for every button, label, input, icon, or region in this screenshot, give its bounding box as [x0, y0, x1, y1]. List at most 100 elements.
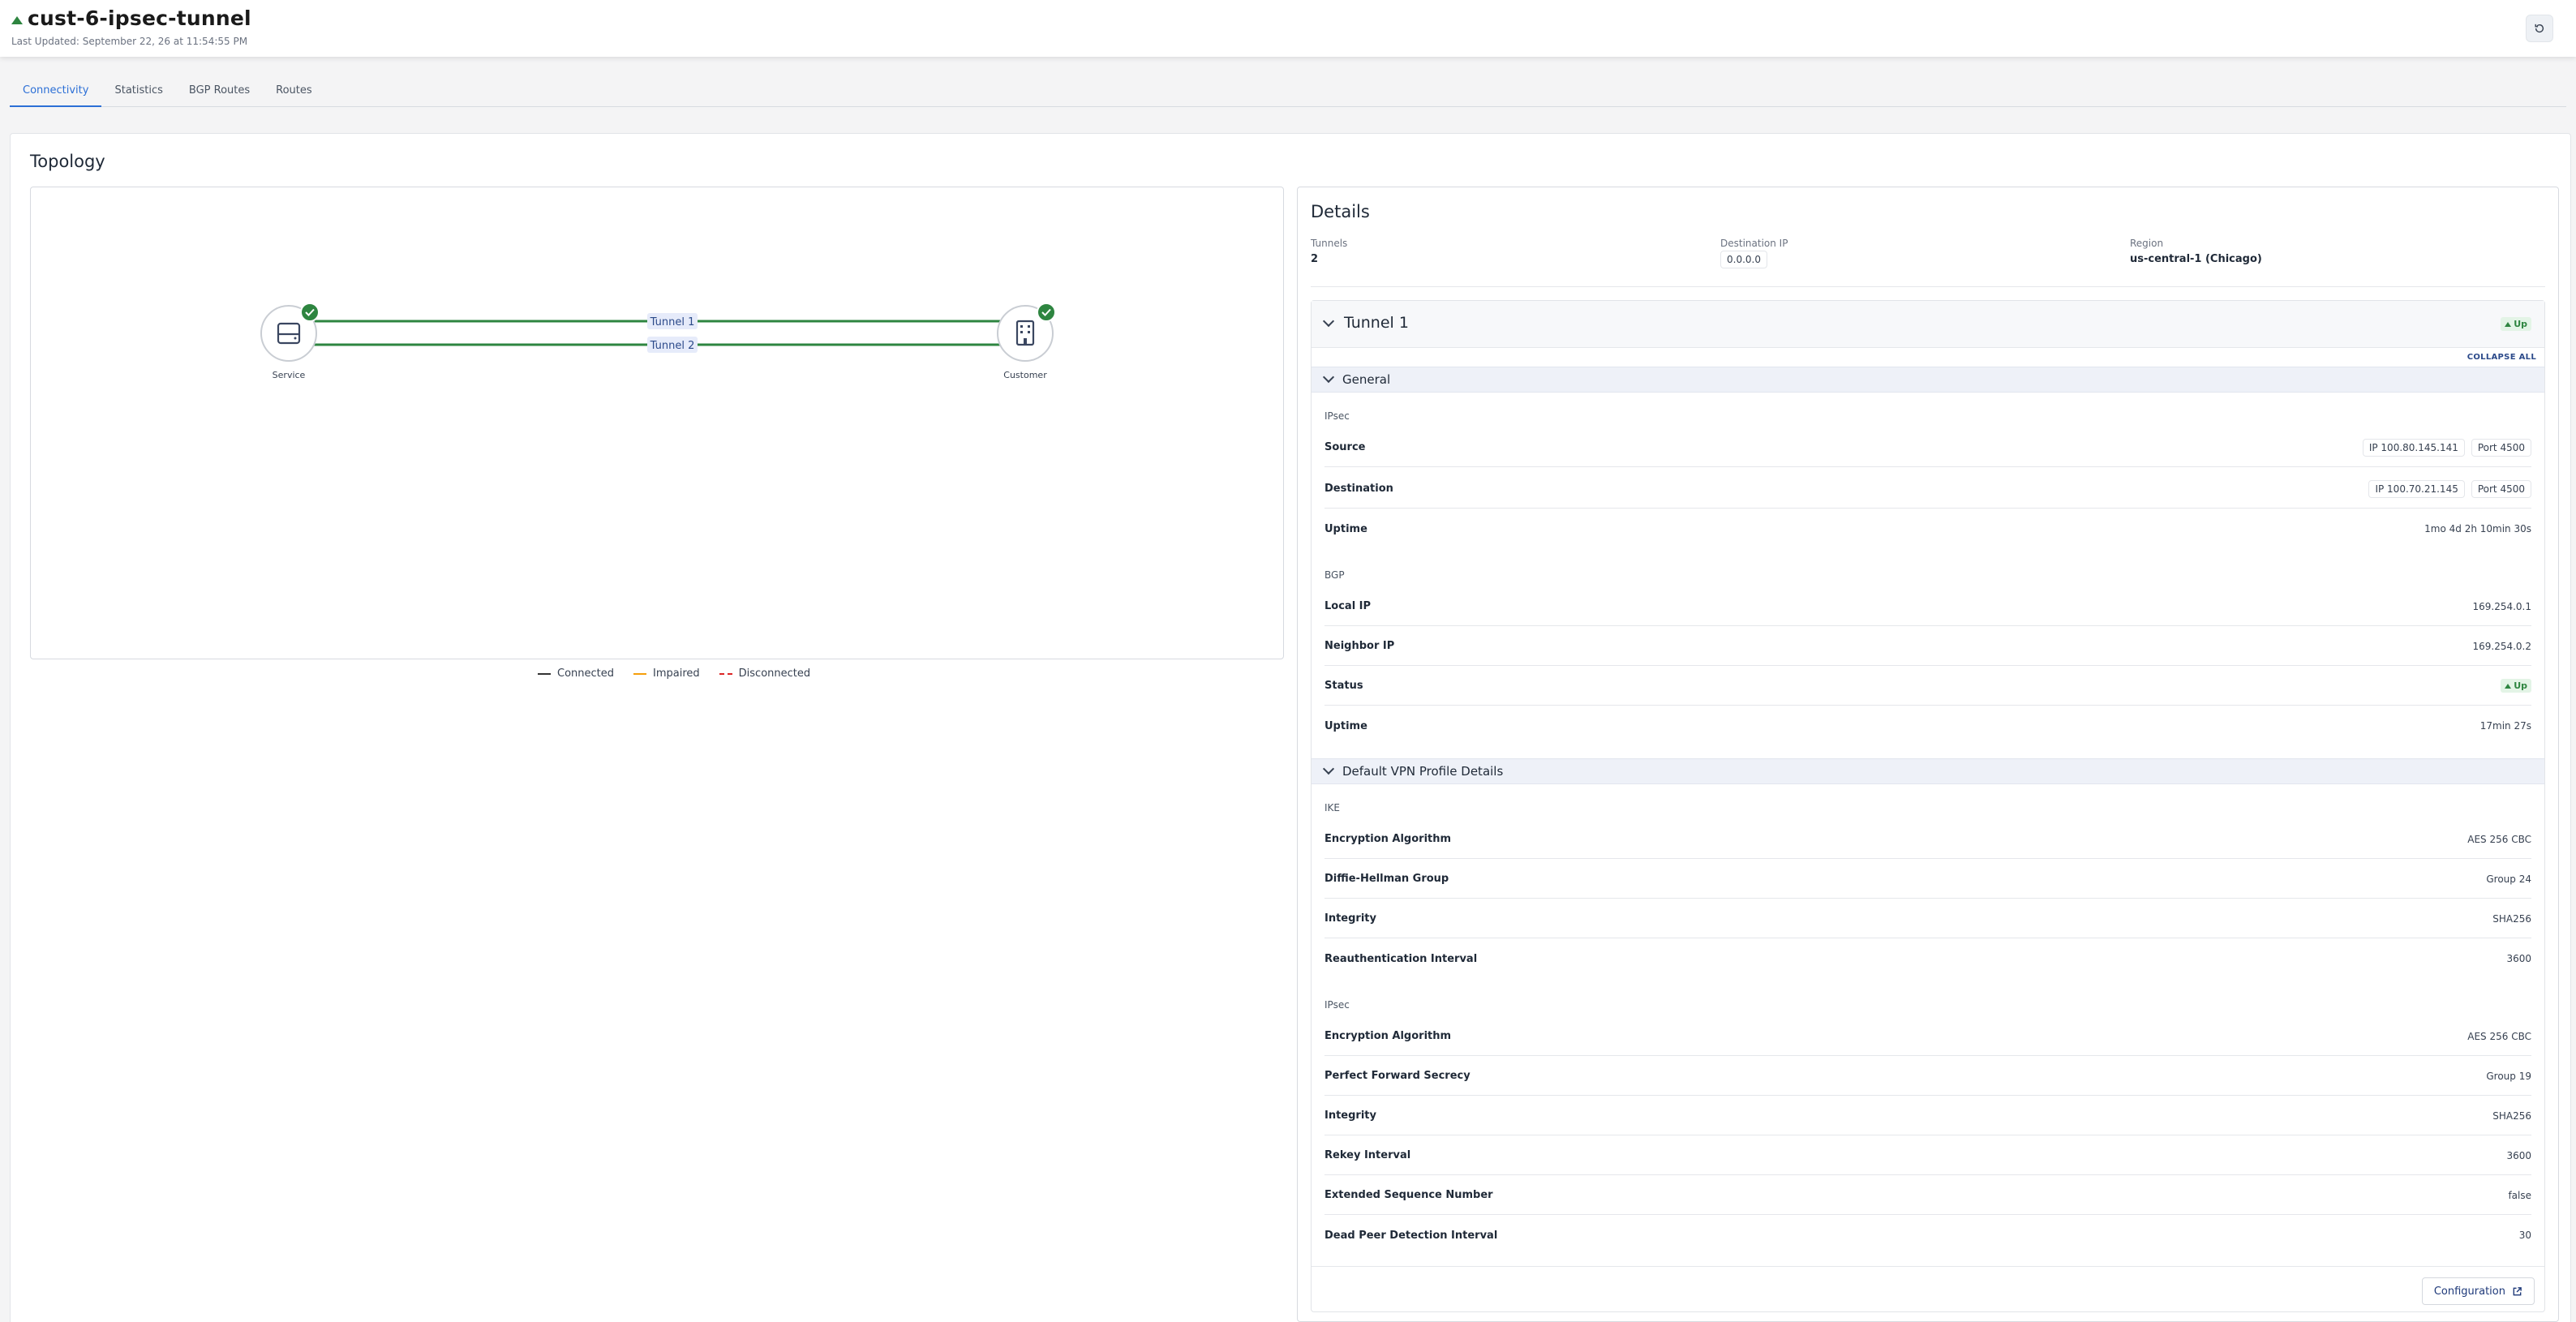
uptime-label: Uptime [1324, 522, 1367, 535]
local-ip-row: Local IP 169.254.0.1 [1324, 587, 2531, 626]
customer-node[interactable] [997, 303, 1056, 362]
topology-diagram: Tunnel 1 Tunnel 2 Service Customer [30, 187, 1284, 659]
tunnel-1-card: Tunnel 1 Up COLLAPSE ALL General IPsec S… [1311, 300, 2545, 1312]
status-up-icon [11, 15, 23, 24]
ipsec-integrity-label: Integrity [1324, 1110, 1376, 1122]
customer-node-label: Customer [1003, 370, 1047, 380]
source-port-chip: Port 4500 [2471, 438, 2531, 457]
destination-row: Destination IP 100.70.21.145 Port 4500 [1324, 470, 2531, 509]
tab-routes[interactable]: Routes [263, 78, 325, 107]
ipsec-encryption-label: Encryption Algorithm [1324, 1030, 1452, 1042]
ipsec-subheading: IPsec [1324, 410, 1350, 422]
bgp-status-label: Status [1324, 680, 1363, 692]
bgp-status-badge: Up [2501, 679, 2531, 693]
source-value: IP 100.80.145.141 Port 4500 [2362, 438, 2531, 457]
ipsec-encryption-row: Encryption Algorithm AES 256 CBC [1324, 1017, 2531, 1056]
vpn-profile-section-title: Default VPN Profile Details [1342, 764, 1504, 779]
refresh-button[interactable] [2526, 15, 2553, 42]
tab-bar: Connectivity Statistics BGP Routes Route… [10, 78, 2566, 107]
topology-svg: Tunnel 1 Tunnel 2 Service Customer [260, 303, 1056, 380]
service-node-label: Service [273, 370, 306, 380]
destination-ip-value-wrap: 0.0.0.0 [1720, 251, 1767, 268]
neighbor-ip-label: Neighbor IP [1324, 640, 1395, 652]
chevron-down-icon[interactable] [1322, 371, 1335, 384]
neighbor-ip-row: Neighbor IP 169.254.0.2 [1324, 627, 2531, 666]
bgp-uptime-value: 17min 27s [2479, 720, 2531, 732]
refresh-icon [2535, 24, 2544, 33]
ike-reauth-label: Reauthentication Interval [1324, 952, 1478, 965]
impaired-line-icon [633, 672, 647, 675]
neighbor-ip-value: 169.254.0.2 [2472, 640, 2531, 652]
esn-row: Extended Sequence Number false [1324, 1176, 2531, 1215]
external-link-icon [2513, 1286, 2522, 1295]
topology-legend: Connected Impaired Disconnected [538, 667, 810, 680]
ike-encryption-value: AES 256 CBC [2467, 833, 2531, 845]
rekey-interval-value: 3600 [2506, 1149, 2531, 1161]
region-value: us-central-1 (Chicago) [2130, 253, 2262, 265]
configuration-button[interactable]: Configuration [2421, 1277, 2535, 1305]
tab-statistics[interactable]: Statistics [101, 78, 175, 107]
ipsec-encryption-value: AES 256 CBC [2467, 1030, 2531, 1042]
chevron-down-icon[interactable] [1322, 762, 1335, 775]
destination-value: IP 100.70.21.145 Port 4500 [2368, 479, 2531, 498]
dpd-interval-value: 30 [2518, 1230, 2531, 1241]
details-title: Details [1311, 202, 1370, 221]
last-updated-text: Last Updated: September 22, 26 at 11:54:… [11, 36, 248, 47]
destination-port-chip: Port 4500 [2471, 479, 2531, 498]
customer-check-icon [1037, 303, 1056, 322]
general-section-title: General [1342, 372, 1391, 387]
tab-connectivity[interactable]: Connectivity [10, 78, 102, 107]
bgp-subheading: BGP [1324, 569, 1345, 581]
tunnel-2-label[interactable]: Tunnel 2 [650, 340, 695, 352]
ike-reauth-value: 3600 [2506, 953, 2531, 964]
tunnel-1-header[interactable]: Tunnel 1 Up [1312, 301, 2544, 348]
ike-encryption-row: Encryption Algorithm AES 256 CBC [1324, 820, 2531, 859]
tunnel-status-badge: Up [2501, 317, 2531, 331]
collapse-all-link[interactable]: COLLAPSE ALL [2467, 353, 2536, 362]
source-ip-chip: IP 100.80.145.141 [2362, 438, 2465, 457]
ipsec-profile-subheading: IPsec [1324, 999, 1350, 1011]
uptime-value: 1mo 4d 2h 10min 30s [2424, 523, 2531, 534]
service-check-icon [300, 303, 320, 322]
local-ip-value: 169.254.0.1 [2472, 600, 2531, 612]
summary-divider [1311, 286, 2545, 287]
ike-integrity-row: Integrity SHA256 [1324, 899, 2531, 938]
destination-ip-label: Destination IP [1720, 238, 1788, 249]
title-row: cust-6-ipsec-tunnel [11, 6, 251, 30]
rekey-interval-label: Rekey Interval [1324, 1149, 1411, 1161]
bgp-status-row: Status Up [1324, 667, 2531, 706]
source-row: Source IP 100.80.145.141 Port 4500 [1324, 428, 2531, 467]
rekey-interval-row: Rekey Interval 3600 [1324, 1136, 2531, 1175]
vpn-profile-section-header[interactable]: Default VPN Profile Details [1312, 758, 2544, 784]
legend-disconnected-label: Disconnected [738, 667, 811, 680]
tunnel-1-label[interactable]: Tunnel 1 [650, 316, 695, 328]
tunnels-value: 2 [1311, 253, 1319, 265]
connected-line-icon [538, 672, 551, 675]
bgp-uptime-row: Uptime 17min 27s [1324, 706, 2531, 745]
destination-ip-chip: IP 100.70.21.145 [2368, 479, 2465, 498]
region-label: Region [2130, 238, 2164, 249]
bgp-uptime-label: Uptime [1324, 719, 1367, 732]
page-title: cust-6-ipsec-tunnel [28, 6, 251, 30]
service-node[interactable] [260, 303, 320, 362]
esn-label: Extended Sequence Number [1324, 1189, 1493, 1201]
details-panel: Details Tunnels 2 Destination IP 0.0.0.0… [1297, 187, 2559, 1322]
topology-card: Topology Tunnel 1 Tunnel 2 Service Custo… [10, 133, 2571, 1322]
dpd-interval-row: Dead Peer Detection Interval 30 [1324, 1216, 2531, 1255]
topology-title: Topology [30, 152, 105, 171]
general-section-header[interactable]: General [1312, 367, 2544, 393]
tab-bgp-routes[interactable]: BGP Routes [176, 78, 263, 107]
chevron-down-icon[interactable] [1322, 315, 1335, 328]
legend-impaired: Impaired [633, 667, 700, 680]
pfs-value: Group 19 [2486, 1070, 2531, 1082]
legend-impaired-label: Impaired [653, 667, 700, 680]
uptime-row: Uptime 1mo 4d 2h 10min 30s [1324, 509, 2531, 548]
ike-dh-group-label: Diffie-Hellman Group [1324, 873, 1449, 885]
tunnel-card-footer: Configuration [1312, 1266, 2544, 1311]
legend-connected-label: Connected [557, 667, 615, 680]
source-label: Source [1324, 441, 1366, 453]
ike-subheading: IKE [1324, 802, 1340, 813]
tunnel-status-text: Up [2514, 319, 2527, 329]
tunnels-label: Tunnels [1311, 238, 1348, 249]
dpd-interval-label: Dead Peer Detection Interval [1324, 1229, 1498, 1242]
